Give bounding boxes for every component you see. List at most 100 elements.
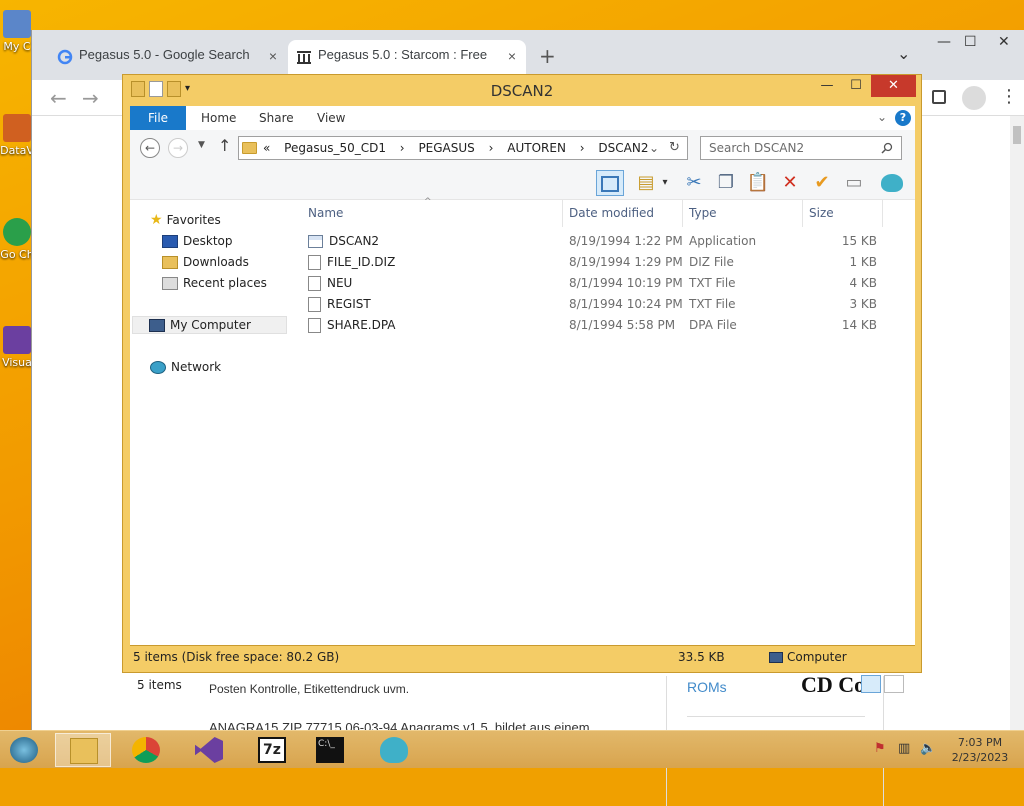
file-list: ^ Name Date modified Type Size DSCAN2 8/1… [302, 197, 915, 620]
nav-favorites[interactable]: ★ Favorites [150, 212, 221, 228]
breadcrumb-separator[interactable]: › [580, 141, 585, 155]
network-icon [150, 361, 166, 374]
rename-icon[interactable]: ▭ [840, 170, 868, 196]
desktop-icon-label: DataV [0, 144, 34, 157]
nav-recent-places[interactable]: Recent places [162, 276, 267, 290]
forward-button[interactable]: → [82, 86, 99, 110]
file-row[interactable]: REGIST 8/1/1994 10:24 PM TXT File 3 KB [302, 294, 915, 315]
breadcrumb-separator[interactable]: › [489, 141, 494, 155]
column-header-type[interactable]: Type [683, 200, 803, 227]
action-center-icon[interactable]: ⚑ [874, 741, 886, 756]
cut-icon[interactable]: ✂ [680, 170, 708, 196]
menu-icon[interactable]: ⋮ [1000, 86, 1018, 107]
details-view-icon[interactable] [861, 675, 881, 693]
tab-close-button[interactable]: × [507, 48, 516, 64]
column-header-size[interactable]: Size [803, 200, 883, 227]
recent-locations-chevron-icon[interactable]: ▼ [198, 140, 205, 150]
tab-view[interactable]: View [317, 106, 345, 130]
search-input[interactable]: Search DSCAN2 [700, 136, 902, 160]
file-row[interactable]: FILE_ID.DIZ 8/19/1994 1:29 PM DIZ File 1 KB [302, 252, 915, 273]
shell-icon [380, 737, 408, 763]
paste-icon[interactable]: 📋 [744, 170, 772, 196]
computer-icon [3, 10, 31, 38]
nav-my-computer[interactable]: My Computer [132, 316, 287, 334]
start-orb-icon [10, 737, 38, 763]
selection-size: 33.5 KB [678, 650, 725, 664]
taskbar-shell[interactable] [366, 733, 422, 767]
start-button[interactable] [0, 733, 52, 767]
explorer-titlebar[interactable]: ▾ DSCAN2 — ☐ ✕ [123, 75, 921, 105]
large-icons-view-icon[interactable] [884, 675, 904, 693]
roms-link[interactable]: ROMs [687, 679, 727, 695]
properties-check-icon[interactable]: ✔ [808, 170, 836, 196]
tab-search-chevron-icon[interactable]: ⌄ [897, 44, 910, 63]
breadcrumb-separator[interactable]: › [400, 141, 405, 155]
copy-icon[interactable]: ❐ [712, 170, 740, 196]
side-panel-icon[interactable] [932, 90, 946, 104]
desktop-icon-datav[interactable]: DataV [0, 114, 34, 157]
forward-button[interactable]: → [168, 138, 188, 158]
volume-icon[interactable]: 🔈 [920, 741, 936, 756]
breadcrumb-overflow[interactable]: « [263, 141, 270, 155]
delete-icon[interactable]: ✕ [776, 170, 804, 196]
address-bar[interactable]: « Pegasus_50_CD1 › PEGASUS › AUTOREN › D… [238, 136, 688, 160]
file-row[interactable]: DSCAN2 8/19/1994 1:22 PM Application 15 KB [302, 231, 915, 252]
help-icon[interactable]: ? [895, 110, 911, 126]
folder-options-icon[interactable]: ▤ [632, 170, 660, 196]
avatar[interactable] [962, 86, 986, 110]
taskbar-file-explorer[interactable] [55, 733, 111, 767]
desktop-icon-my-computer[interactable]: My C [0, 10, 34, 53]
expand-ribbon-icon[interactable]: ⌄ [877, 110, 887, 124]
taskbar-chrome[interactable] [118, 733, 174, 767]
clock-date: 2/23/2023 [951, 751, 1009, 764]
desktop-icon-visual-studio[interactable]: Visua [0, 326, 34, 369]
address-dropdown-icon[interactable]: ⌄ [649, 141, 659, 155]
desktop-icon-google-chrome[interactable]: Go Ch [0, 218, 34, 261]
breadcrumb-item[interactable]: PEGASUS [418, 141, 474, 155]
breadcrumb-item[interactable]: Pegasus_50_CD1 [284, 141, 386, 155]
options-dropdown-icon[interactable]: ▾ [658, 170, 672, 196]
tab-file[interactable]: File [130, 106, 186, 130]
maximize-button[interactable]: ☐ [842, 75, 870, 97]
desktop-icon-label: Visua [2, 356, 32, 369]
scrollbar-thumb[interactable] [1013, 126, 1021, 144]
nav-downloads[interactable]: Downloads [162, 255, 249, 269]
taskbar-cmd[interactable]: C:\_ [302, 733, 358, 767]
tab-home[interactable]: Home [201, 106, 236, 130]
file-row[interactable]: NEU 8/1/1994 10:19 PM TXT File 4 KB [302, 273, 915, 294]
file-date: 8/1/1994 5:58 PM [569, 318, 676, 332]
taskbar-visual-studio[interactable] [181, 733, 237, 767]
back-button[interactable]: ← [50, 86, 67, 110]
refresh-icon[interactable]: ↻ [669, 140, 680, 155]
back-button[interactable]: ← [140, 138, 160, 158]
column-header-date[interactable]: Date modified [563, 200, 683, 227]
divider [687, 716, 865, 717]
close-button[interactable]: ✕ [998, 34, 1010, 50]
shell-icon[interactable] [878, 170, 906, 196]
close-button[interactable]: ✕ [871, 75, 916, 97]
breadcrumb-item[interactable]: DSCAN2 [598, 141, 648, 155]
up-button[interactable]: ↑ [218, 136, 231, 155]
minimize-button[interactable]: — [813, 75, 841, 97]
network-tray-icon[interactable]: ▥ [898, 741, 910, 756]
7zip-icon: 7z [258, 737, 286, 763]
breadcrumb: « Pegasus_50_CD1 › PEGASUS › AUTOREN › D… [263, 141, 658, 155]
nav-desktop[interactable]: Desktop [162, 234, 233, 248]
preview-pane-icon[interactable] [596, 170, 624, 196]
clock[interactable]: 7:03 PM 2/23/2023 [950, 735, 1010, 765]
taskbar-7zip[interactable]: 7z [244, 733, 300, 767]
breadcrumb-item[interactable]: AUTOREN [507, 141, 566, 155]
column-header-name[interactable]: Name [302, 200, 563, 227]
new-tab-button[interactable]: + [539, 44, 556, 68]
star-icon: ★ [150, 212, 163, 228]
page-scrollbar[interactable] [1010, 116, 1024, 730]
file-size: 14 KB [841, 318, 877, 332]
nav-network[interactable]: Network [150, 360, 221, 374]
maximize-button[interactable]: ☐ [964, 34, 977, 50]
file-size: 4 KB [849, 276, 877, 290]
file-row[interactable]: SHARE.DPA 8/1/1994 5:58 PM DPA File 14 KB [302, 315, 915, 336]
minimize-button[interactable]: — [937, 34, 951, 50]
nav-label: Favorites [166, 213, 221, 227]
tab-close-button[interactable]: × [269, 48, 277, 64]
tab-share[interactable]: Share [259, 106, 294, 130]
